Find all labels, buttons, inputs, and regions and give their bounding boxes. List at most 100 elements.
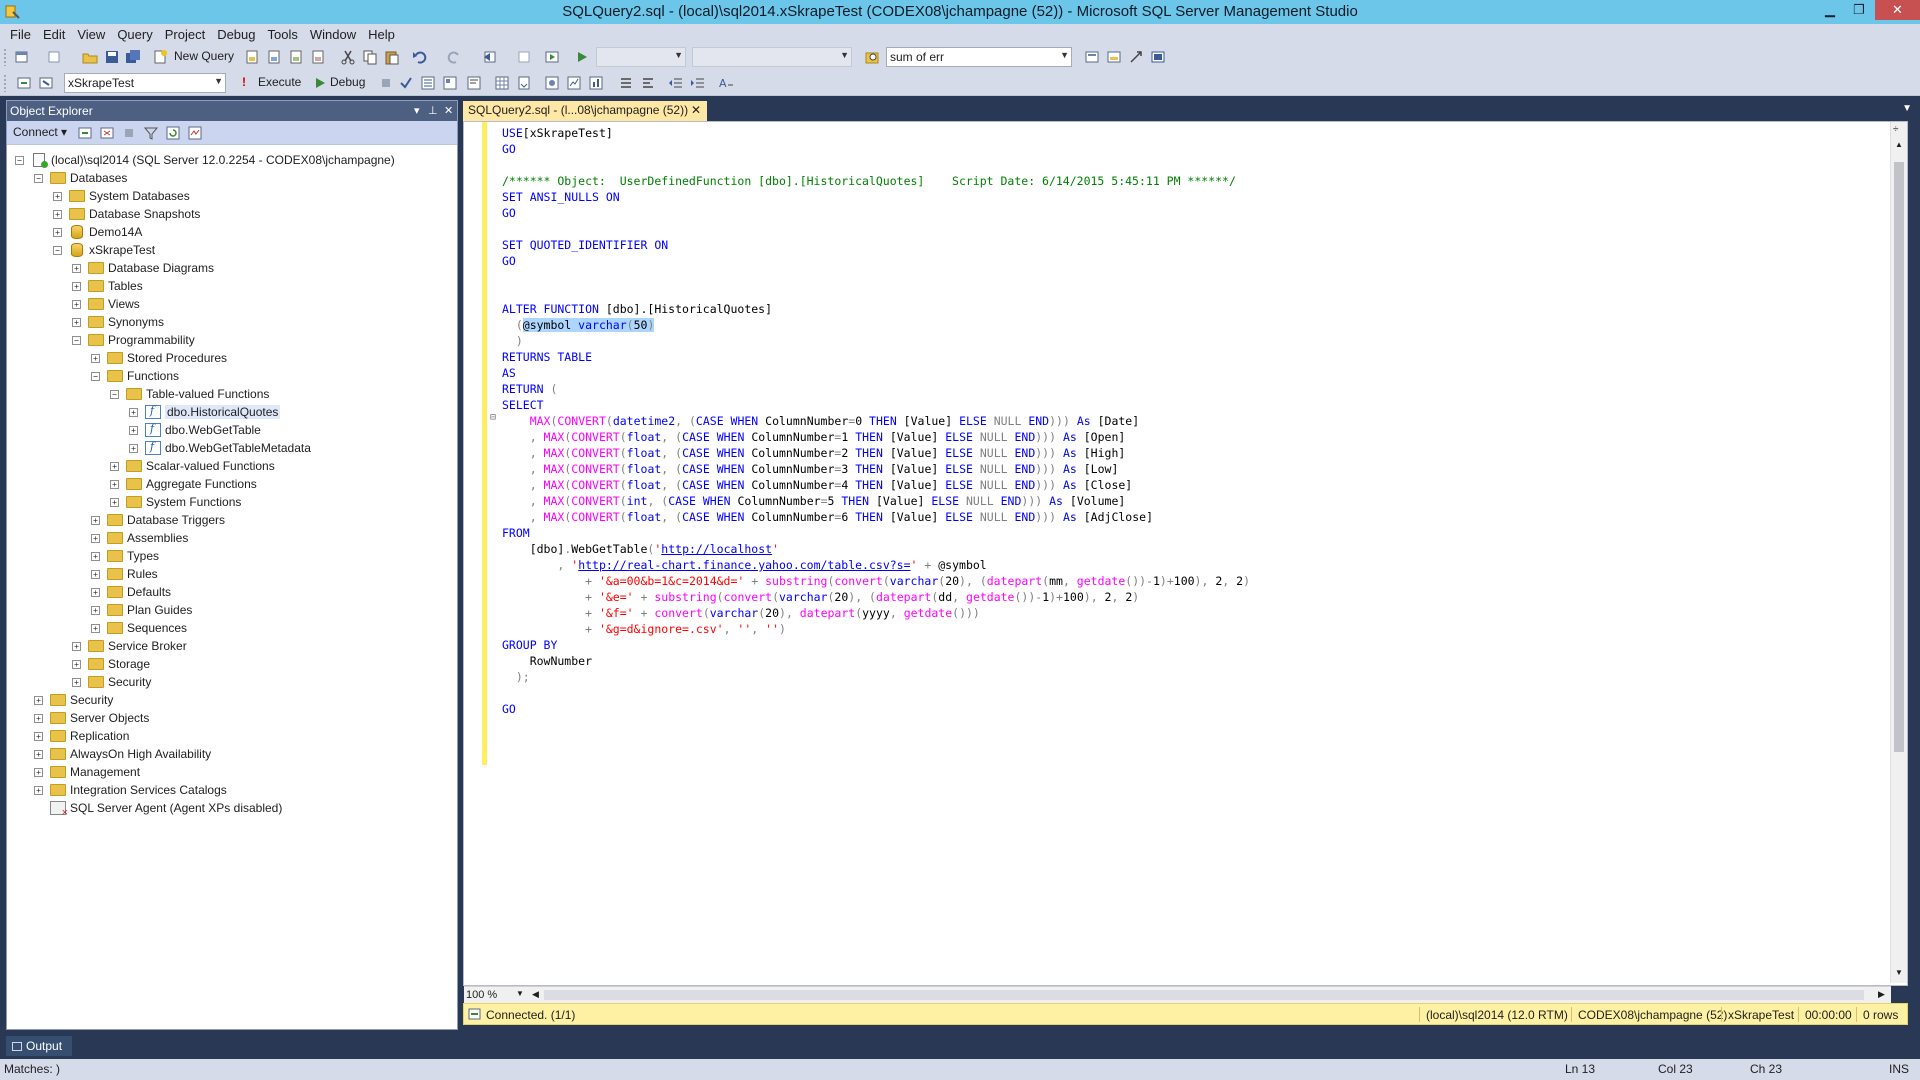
code-line[interactable]: RETURN ( xyxy=(502,381,1250,397)
zoom-level[interactable]: 100 % xyxy=(466,989,497,1001)
menu-view[interactable]: View xyxy=(71,27,111,42)
add-item-icon[interactable] xyxy=(46,49,62,65)
expand-icon[interactable]: + xyxy=(72,317,81,327)
code-line[interactable]: , MAX(CONVERT(float, (CASE WHEN ColumnNu… xyxy=(502,461,1250,477)
redo-icon[interactable] xyxy=(446,49,462,65)
close-tab-icon[interactable]: ✕ xyxy=(691,101,701,120)
expand-icon[interactable]: + xyxy=(110,479,119,489)
undo-icon[interactable] xyxy=(412,49,428,65)
menu-help[interactable]: Help xyxy=(362,27,401,42)
expand-icon[interactable]: + xyxy=(110,461,119,471)
tree-node[interactable]: + AlwaysOn High Availability xyxy=(34,745,211,763)
expand-icon[interactable]: + xyxy=(129,407,138,417)
code-line[interactable]: GROUP BY xyxy=(502,637,1250,653)
expand-icon[interactable]: + xyxy=(129,425,138,435)
expand-icon[interactable]: + xyxy=(53,191,62,201)
split-editor-icon[interactable]: ÷ xyxy=(1893,124,1899,135)
code-line[interactable]: FROM xyxy=(502,525,1250,541)
tree-node[interactable]: + Plan Guides xyxy=(91,601,192,619)
tree-node[interactable]: + System Functions xyxy=(110,493,241,511)
activity-monitor-icon[interactable] xyxy=(187,125,203,141)
code-line[interactable]: + '&f=' + convert(varchar(20), datepart(… xyxy=(502,605,1250,621)
solution-configurations-combo[interactable]: ▼ xyxy=(596,47,686,67)
tree-node[interactable]: + Defaults xyxy=(91,583,171,601)
analysis-query-icon[interactable] xyxy=(266,49,282,65)
code-line[interactable]: GO xyxy=(502,205,1250,221)
menu-debug[interactable]: Debug xyxy=(211,27,261,42)
code-line[interactable]: , MAX(CONVERT(float, (CASE WHEN ColumnNu… xyxy=(502,477,1250,493)
tree-node[interactable]: + Database Triggers xyxy=(91,511,225,529)
scroll-up-icon[interactable]: ▲ xyxy=(1895,140,1903,149)
expand-icon[interactable]: + xyxy=(34,767,43,777)
tree-node[interactable]: + Replication xyxy=(34,727,129,745)
save-all-icon[interactable] xyxy=(125,49,141,65)
code-line[interactable]: , MAX(CONVERT(float, (CASE WHEN ColumnNu… xyxy=(502,429,1250,445)
find-combo[interactable]: sum of err ▼ xyxy=(886,47,1072,67)
tree-node[interactable]: + System Databases xyxy=(53,187,190,205)
solution-platforms-combo[interactable]: ▼ xyxy=(692,47,852,67)
code-line[interactable] xyxy=(502,285,1250,301)
tree-node[interactable]: + Database Snapshots xyxy=(53,205,200,223)
menu-query[interactable]: Query xyxy=(111,27,158,42)
tree-node[interactable]: + Rules xyxy=(91,565,158,583)
menu-window[interactable]: Window xyxy=(304,27,362,42)
tree-node[interactable]: + dbo.WebGetTableMetadata xyxy=(129,439,311,457)
horizontal-scroll-thumb[interactable] xyxy=(544,990,1864,1000)
tree-node[interactable]: + Scalar-valued Functions xyxy=(110,457,275,475)
expand-icon[interactable]: + xyxy=(34,749,43,759)
tree-node[interactable]: + Server Objects xyxy=(34,709,149,727)
tree-node[interactable]: + dbo.HistoricalQuotes xyxy=(129,403,281,421)
open-file-icon[interactable] xyxy=(82,49,98,65)
code-line[interactable]: + '&a=00&b=1&c=2014&d=' + substring (conv… xyxy=(502,573,1250,589)
display-estimated-plan-icon[interactable] xyxy=(420,75,436,91)
tree-node[interactable]: + Stored Procedures xyxy=(91,349,227,367)
code-line[interactable]: , 'http://real-chart.finance.yahoo.com/t… xyxy=(502,557,1250,573)
sql-query-editor[interactable]: ⊟ USE[xSkrapeTest] GO/****** Object: User… xyxy=(463,121,1908,1003)
new-project-icon[interactable] xyxy=(14,49,30,65)
toolbox-icon[interactable] xyxy=(1150,49,1166,65)
code-line[interactable]: , MAX(CONVERT(float, (CASE WHEN ColumnNu… xyxy=(502,445,1250,461)
collapse-icon[interactable]: − xyxy=(91,371,100,381)
vertical-scrollbar[interactable]: ÷ ▲ ▼ xyxy=(1890,122,1907,983)
close-panel-icon[interactable]: ✕ xyxy=(444,101,453,121)
registered-servers-icon[interactable] xyxy=(1084,49,1100,65)
code-line[interactable] xyxy=(502,221,1250,237)
expand-icon[interactable]: + xyxy=(53,227,62,237)
expand-icon[interactable]: + xyxy=(91,515,100,525)
tree-node[interactable]: + Sequences xyxy=(91,619,187,637)
auto-hide-pin-icon[interactable]: ⊥ xyxy=(428,101,438,121)
object-explorer-icon[interactable] xyxy=(1106,49,1122,65)
execute-button[interactable]: Execute xyxy=(258,75,301,89)
change-connection-icon[interactable] xyxy=(38,75,54,91)
expand-icon[interactable]: + xyxy=(72,281,81,291)
specify-template-values-icon[interactable]: A xyxy=(718,75,734,91)
code-line[interactable]: GO xyxy=(502,141,1250,157)
code-line[interactable]: ALTER FUNCTION [dbo].[HistoricalQuotes] xyxy=(502,301,1250,317)
connect-icon[interactable] xyxy=(16,75,32,91)
code-line[interactable]: ) xyxy=(502,333,1250,349)
code-line[interactable]: GO xyxy=(502,253,1250,269)
stop-icon[interactable] xyxy=(121,125,137,141)
tree-node[interactable]: + Demo14A xyxy=(53,223,142,241)
output-tab[interactable]: Output xyxy=(6,1036,72,1056)
client-statistics-icon[interactable] xyxy=(588,75,604,91)
tree-node[interactable]: − Functions xyxy=(91,367,179,385)
tree-node[interactable]: + Storage xyxy=(72,655,150,673)
results-to-grid-icon[interactable] xyxy=(494,75,510,91)
collapse-icon[interactable]: − xyxy=(15,155,24,165)
include-live-statistics-icon[interactable] xyxy=(566,75,582,91)
code-line[interactable]: /****** Object: UserDefinedFunction [dbo… xyxy=(502,173,1250,189)
outline-collapse-icon[interactable]: ⊟ xyxy=(490,412,496,423)
close-button[interactable]: ✕ xyxy=(1875,0,1920,20)
tree-node[interactable]: − xSkrapeTest xyxy=(53,241,155,259)
code-line[interactable]: (@symbol varchar(50) xyxy=(502,317,1250,333)
tree-node[interactable]: + Integration Services Catalogs xyxy=(34,781,227,799)
collapse-icon[interactable]: − xyxy=(53,245,62,255)
toolbar-grip[interactable] xyxy=(3,48,7,66)
debug-play-icon[interactable] xyxy=(312,75,328,91)
code-line[interactable]: + '&e=' + substring(convert(varchar(20),… xyxy=(502,589,1250,605)
execute-icon[interactable]: ! xyxy=(242,75,246,89)
code-line[interactable]: USE[xSkrapeTest] xyxy=(502,125,1250,141)
code-line[interactable]: + '&g=d&ignore=.csv', '', '') xyxy=(502,621,1250,637)
results-to-text-icon[interactable] xyxy=(466,75,482,91)
